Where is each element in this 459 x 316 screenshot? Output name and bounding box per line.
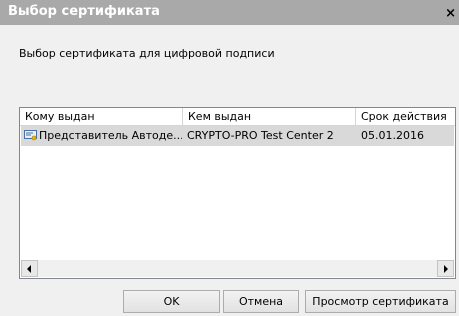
horizontal-scrollbar[interactable] xyxy=(21,260,454,277)
ok-button[interactable]: OK xyxy=(123,290,220,313)
instruction-label: Выбор сертификата для цифровой подписи xyxy=(19,47,275,60)
close-icon[interactable]: × xyxy=(445,7,456,20)
column-header-issued-to[interactable]: Кому выдан xyxy=(20,108,183,125)
cell-valid-until: 05.01.2016 xyxy=(361,129,424,142)
list-header: Кому выдан Кем выдан Срок действия xyxy=(20,108,455,126)
arrow-right-icon xyxy=(444,265,448,273)
column-header-valid-until[interactable]: Срок действия xyxy=(356,108,455,125)
cancel-button[interactable]: Отмена xyxy=(223,290,299,313)
certificate-icon xyxy=(24,130,37,141)
cell-issued-to: Представитель Автоде... xyxy=(39,129,182,142)
arrow-left-icon xyxy=(27,265,31,273)
scroll-right-button[interactable] xyxy=(437,260,454,277)
dialog-title: Выбор сертификата xyxy=(8,4,160,19)
cell-issued-by: CRYPTO-PRO Test Center 2 xyxy=(187,129,334,142)
certificate-row[interactable]: Представитель Автоде... CRYPTO-PRO Test … xyxy=(21,126,454,146)
certificate-list[interactable]: Кому выдан Кем выдан Срок действия Предс… xyxy=(19,107,456,279)
view-certificate-button[interactable]: Просмотр сертификата xyxy=(305,290,456,313)
scroll-left-button[interactable] xyxy=(21,260,38,277)
column-header-issued-by[interactable]: Кем выдан xyxy=(183,108,356,125)
title-bar[interactable]: Выбор сертификата × xyxy=(0,0,459,25)
